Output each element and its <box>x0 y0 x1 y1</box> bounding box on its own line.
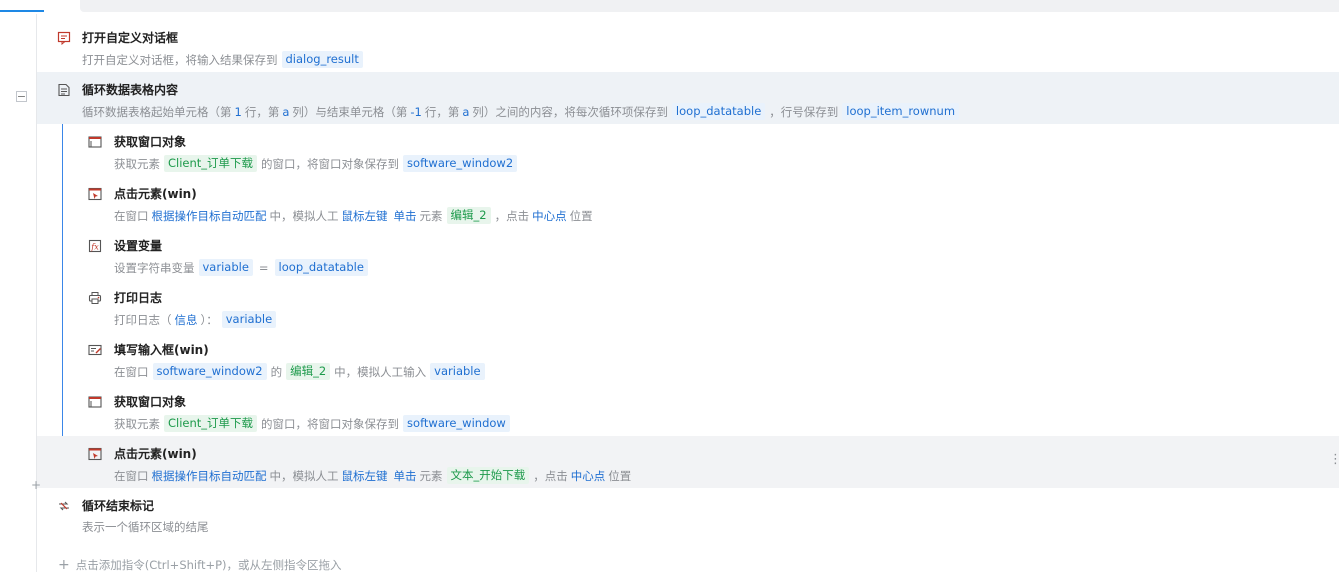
command-row-loop-end[interactable]: 循环结束标记 表示一个循环区域的结尾 <box>37 488 1339 540</box>
command-desc: 获取元素 Client_订单下载 的窗口，将窗口对象保存到 software_w… <box>114 155 521 172</box>
command-row-fill-input[interactable]: 填写输入框(win) 在窗口 software_window2 的 编辑_2 中… <box>37 332 1339 384</box>
command-desc: 在窗口 software_window2 的 编辑_2 中，模拟人工输入 var… <box>114 363 489 380</box>
more-options-icon[interactable]: ⋮ <box>1329 453 1339 467</box>
collapse-loop-button[interactable]: − <box>16 91 27 102</box>
variable-tag: loop_datatable <box>274 259 368 276</box>
variable-tag: loop_item_rownum <box>842 103 960 120</box>
variable-tag: loop_datatable <box>671 103 766 120</box>
element-tag: 文本_开始下载 <box>446 467 530 484</box>
command-title: 设置变量 <box>114 239 163 253</box>
command-title: 填写输入框(win) <box>114 343 209 357</box>
command-desc: 打开自定义对话框，将输入结果保存到 dialog_result <box>82 51 367 68</box>
variable-tag: software_window2 <box>152 363 267 380</box>
command-desc: 在窗口 根据操作目标自动匹配 中，模拟人工 鼠标左键 单击 元素 文本_开始下载… <box>114 467 632 484</box>
command-row-click-element-2[interactable]: 点击元素(win) 在窗口 根据操作目标自动匹配 中，模拟人工 鼠标左键 单击 … <box>37 436 1339 488</box>
variable-tag: variable <box>221 311 277 328</box>
element-tag: 编辑_2 <box>446 207 491 224</box>
variable-tag: software_window2 <box>403 155 518 172</box>
variable-tag: dialog_result <box>281 51 363 68</box>
command-row-get-window-2[interactable]: 获取窗口对象 获取元素 Client_订单下载 的窗口，将窗口对象保存到 sof… <box>37 384 1339 436</box>
command-desc: 获取元素 Client_订单下载 的窗口，将窗口对象保存到 software_w… <box>114 415 514 432</box>
command-row-click-element[interactable]: 点击元素(win) 在窗口 根据操作目标自动匹配 中，模拟人工 鼠标左键 单击 … <box>37 176 1339 228</box>
loop-end-icon <box>57 499 71 513</box>
command-desc: 表示一个循环区域的结尾 <box>82 520 209 534</box>
loop-table-icon <box>57 83 71 97</box>
element-tag: Client_订单下载 <box>164 155 258 172</box>
variable-tag: software_window <box>403 415 510 432</box>
command-desc: 打印日志（ 信息 ）： variable <box>114 311 280 328</box>
plus-icon: + <box>58 557 70 573</box>
command-row-get-window[interactable]: 获取窗口对象 获取元素 Client_订单下载 的窗口，将窗口对象保存到 sof… <box>37 124 1339 176</box>
command-title: 循环数据表格内容 <box>82 83 179 97</box>
active-tab-indicator <box>0 10 44 12</box>
command-title: 打开自定义对话框 <box>82 31 179 45</box>
command-row-print-log[interactable]: 打印日志 打印日志（ 信息 ）： variable <box>37 280 1339 332</box>
variable-icon: fx <box>88 239 102 253</box>
click-element-icon <box>88 447 102 461</box>
variable-tag: variable <box>198 259 253 276</box>
click-element-icon <box>88 187 102 201</box>
window-icon <box>88 395 102 409</box>
command-title: 获取窗口对象 <box>114 395 187 409</box>
add-command-hint[interactable]: + 点击添加指令(Ctrl+Shift+P)，或从左侧指令区拖入 <box>58 557 342 573</box>
command-row-open-dialog[interactable]: 打开自定义对话框 打开自定义对话框，将输入结果保存到 dialog_result <box>37 20 1339 72</box>
top-bar <box>80 0 1339 12</box>
top-toolbar-strip <box>0 0 1339 12</box>
printer-icon <box>88 291 102 305</box>
variable-tag: variable <box>430 363 485 380</box>
dialog-icon <box>57 31 71 45</box>
command-desc: 设置字符串变量 variable = loop_datatable <box>114 259 372 276</box>
command-row-set-variable[interactable]: fx 设置变量 设置字符串变量 variable = loop_datatabl… <box>37 228 1339 280</box>
command-row-loop-datatable[interactable]: 循环数据表格内容 循环数据表格起始单元格（第 1 行，第 a 列）与结束单元格（… <box>37 72 1339 124</box>
element-tag: Client_订单下载 <box>164 415 258 432</box>
command-title: 点击元素(win) <box>114 187 197 201</box>
command-title: 循环结束标记 <box>82 499 155 513</box>
window-icon <box>88 135 102 149</box>
input-box-icon <box>88 343 102 357</box>
command-title: 点击元素(win) <box>114 447 197 461</box>
command-title: 获取窗口对象 <box>114 135 187 149</box>
command-desc: 在窗口 根据操作目标自动匹配 中，模拟人工 鼠标左键 单击 元素 编辑_2 ，点… <box>114 207 593 224</box>
command-desc: 循环数据表格起始单元格（第 1 行，第 a 列）与结束单元格（第 -1 行，第 … <box>82 103 963 120</box>
svg-text:fx: fx <box>90 243 99 252</box>
command-title: 打印日志 <box>114 291 163 305</box>
element-tag: 编辑_2 <box>286 363 331 380</box>
